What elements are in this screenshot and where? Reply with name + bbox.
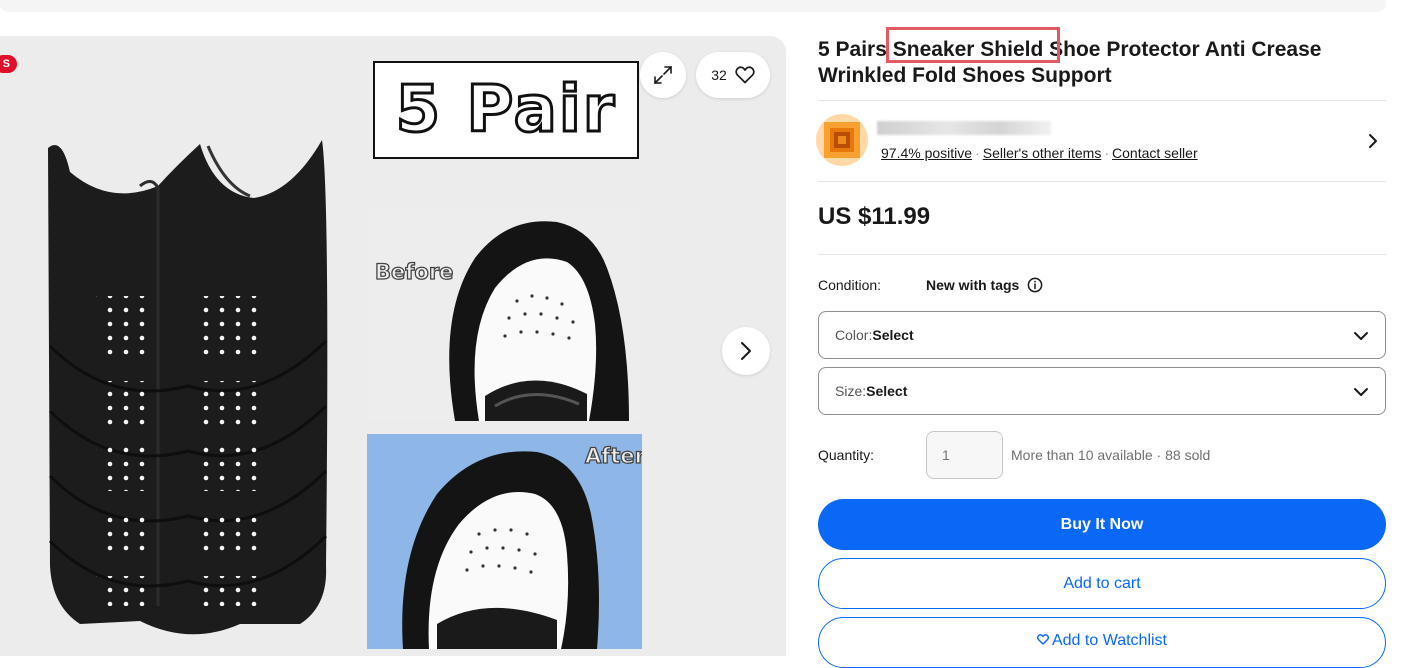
- before-photo: Before: [367, 206, 642, 421]
- divider: [818, 254, 1386, 255]
- price: US $11.99: [818, 203, 931, 230]
- next-image-button[interactable]: [722, 327, 770, 375]
- product-image[interactable]: 5 Pair Before After: [0, 36, 660, 656]
- pair-count-text: 5 Pair: [394, 72, 617, 149]
- available-count: More than 10 available: [1011, 447, 1153, 463]
- seller-feedback-link[interactable]: 97.4% positive: [881, 145, 972, 161]
- title-highlighted-text: Sneaker Shield: [892, 38, 1044, 61]
- top-bar: [0, 0, 1386, 12]
- sneaker-before-illustration: [449, 221, 629, 421]
- seller-card[interactable]: 97.4% positive · Seller's other items · Cont…: [812, 110, 1386, 174]
- chevron-down-icon: [1354, 332, 1368, 340]
- contact-seller-link[interactable]: Contact seller: [1112, 145, 1198, 161]
- pair-count-banner: 5 Pair: [373, 61, 639, 159]
- seller-avatar: [816, 114, 868, 166]
- size-select[interactable]: Size: Select: [818, 367, 1386, 415]
- before-label: Before: [374, 259, 454, 284]
- seller-avatar-image: [816, 114, 868, 166]
- availability-text: More than 10 available · 88 sold: [1011, 447, 1210, 463]
- seller-name-redacted: [877, 121, 1051, 135]
- condition-text: New with tags: [926, 277, 1020, 293]
- size-select-value: Select: [866, 383, 908, 399]
- color-select-label: Color:: [835, 327, 873, 343]
- color-select-value: Select: [872, 327, 914, 343]
- add-to-cart-button[interactable]: Add to cart: [818, 558, 1386, 609]
- crease-protector-illustration: [48, 140, 328, 635]
- chevron-right-icon: [741, 342, 751, 360]
- separator: ·: [1156, 447, 1162, 463]
- size-select-label: Size:: [835, 383, 867, 399]
- color-select[interactable]: Color: Select: [818, 311, 1386, 359]
- separator: ·: [975, 145, 980, 161]
- after-label: After: [584, 443, 642, 468]
- watchers-button[interactable]: 32: [696, 52, 770, 98]
- add-to-watchlist-label: Add to Watchlist: [1051, 632, 1167, 649]
- chevron-down-icon: [1354, 388, 1368, 396]
- add-to-watchlist-button[interactable]: Add to Watchlist: [818, 617, 1386, 668]
- divider: [818, 181, 1386, 182]
- divider: [818, 100, 1386, 101]
- info-icon[interactable]: [1027, 277, 1043, 293]
- expand-icon: [654, 66, 672, 84]
- condition-label: Condition:: [818, 277, 882, 293]
- condition-value: New with tags: [926, 277, 1043, 293]
- watchers-count: 32: [711, 67, 727, 83]
- quantity-label: Quantity:: [818, 447, 875, 463]
- after-photo: After: [367, 434, 642, 649]
- buy-it-now-button[interactable]: Buy It Now: [818, 499, 1386, 550]
- heart-icon: [1036, 634, 1049, 645]
- image-gallery[interactable]: 5 Pair Before After S 32: [0, 36, 786, 656]
- listing-title: 5 Pairs Sneaker Shield Shoe Protector An…: [818, 37, 1378, 89]
- title-part-1: 5 Pairs: [818, 38, 893, 61]
- heart-icon: [735, 66, 755, 84]
- expand-image-button[interactable]: [640, 52, 686, 98]
- seller-other-items-link[interactable]: Seller's other items: [983, 145, 1102, 161]
- sold-count: 88 sold: [1165, 447, 1211, 463]
- quantity-input[interactable]: [926, 431, 1003, 479]
- seller-links: 97.4% positive · Seller's other items · Cont…: [881, 145, 1198, 161]
- chevron-right-icon[interactable]: [1368, 132, 1378, 150]
- separator: ·: [1104, 145, 1110, 161]
